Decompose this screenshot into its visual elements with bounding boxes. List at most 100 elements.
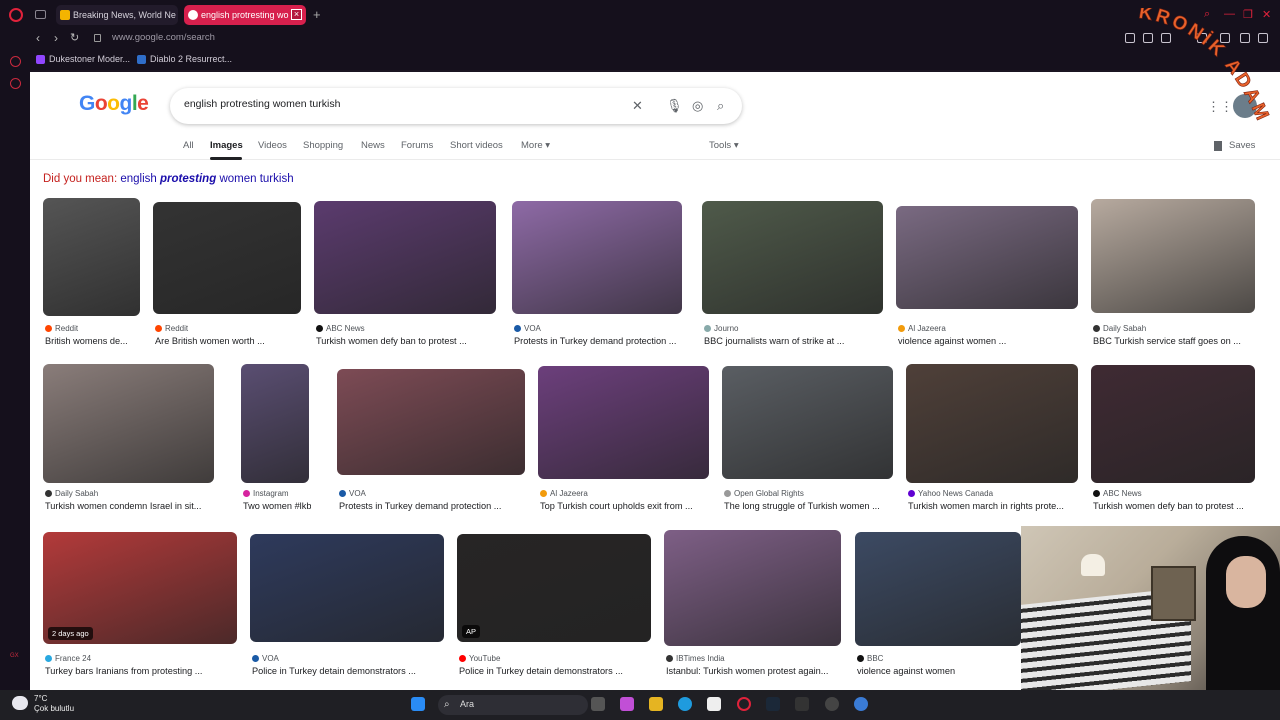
taskbar-search[interactable]: ⌕ Ara: [438, 695, 588, 715]
workspaces-icon[interactable]: [35, 10, 46, 19]
bookmark-icon[interactable]: [1125, 33, 1135, 43]
result-thumbnail[interactable]: [337, 369, 525, 475]
image-result-card[interactable]: Daily Sabah BBC Turkish service staff goe…: [1091, 199, 1255, 350]
result-thumbnail[interactable]: [702, 201, 883, 314]
search-icon[interactable]: ⌕: [717, 99, 724, 112]
result-caption[interactable]: Turkish women defy ban to protest ...: [1093, 501, 1257, 511]
result-thumbnail[interactable]: [855, 532, 1021, 646]
menu-icon[interactable]: [1258, 33, 1268, 43]
result-thumbnail[interactable]: [43, 364, 214, 483]
result-thumbnail[interactable]: AP: [457, 534, 651, 642]
sidebar-opera-icon[interactable]: [10, 56, 21, 67]
result-source[interactable]: VOA: [252, 654, 279, 663]
result-caption[interactable]: Turkish women march in rights prote...: [908, 501, 1080, 511]
tab-videos[interactable]: Videos: [258, 140, 287, 151]
image-result-card[interactable]: VOA Protests in Turkey demand protection …: [337, 369, 525, 515]
result-thumbnail[interactable]: [538, 366, 709, 479]
result-thumbnail[interactable]: 2 days ago: [43, 532, 237, 644]
close-window-icon[interactable]: ✕: [1262, 8, 1271, 21]
result-caption[interactable]: violence against women: [857, 666, 1023, 676]
image-result-card[interactable]: VOA Police in Turkey detain demonstrators…: [250, 534, 444, 680]
edge-icon[interactable]: [678, 697, 692, 711]
image-result-card[interactable]: 2 days ago France 24 Turkey bars Iranians …: [43, 532, 237, 680]
apps-grid-icon[interactable]: ⋮⋮: [1207, 99, 1233, 115]
result-thumbnail[interactable]: [722, 366, 893, 479]
result-source[interactable]: VOA: [514, 324, 541, 333]
result-caption[interactable]: Top Turkish court upholds exit from ...: [540, 501, 711, 511]
result-caption[interactable]: The long struggle of Turkish women ...: [724, 501, 895, 511]
result-caption[interactable]: BBC Turkish service staff goes on ...: [1093, 336, 1257, 346]
file-explorer-icon[interactable]: [649, 697, 663, 711]
snapshot-icon[interactable]: [1143, 33, 1153, 43]
tab-more[interactable]: More ▾: [521, 140, 550, 151]
tab-images[interactable]: Images: [210, 140, 243, 151]
image-result-card[interactable]: Instagram Two women #lkbal...: [241, 364, 311, 515]
result-caption[interactable]: violence against women ...: [898, 336, 1080, 346]
image-result-card[interactable]: AP YouTube Police in Turkey detain demonst…: [457, 534, 651, 680]
result-source[interactable]: BBC: [857, 654, 883, 663]
opera-logo-icon[interactable]: [9, 8, 23, 22]
tab-short-videos[interactable]: Short videos: [450, 140, 503, 151]
result-source[interactable]: Al Jazeera: [898, 324, 946, 333]
tab-news[interactable]: News: [361, 140, 385, 151]
new-tab-button[interactable]: +: [313, 7, 321, 22]
image-result-card[interactable]: Journo BBC journalists warn of strike at …: [702, 201, 883, 350]
windows-start-icon[interactable]: [411, 697, 425, 711]
result-thumbnail[interactable]: [896, 206, 1078, 309]
image-result-card[interactable]: VOA Protests in Turkey demand protection …: [512, 201, 682, 350]
result-thumbnail[interactable]: [153, 202, 301, 314]
cloudy-weather-icon[interactable]: [12, 696, 28, 710]
clear-icon[interactable]: ✕: [632, 99, 643, 112]
result-caption[interactable]: Istanbul: Turkish women protest again...: [666, 666, 843, 676]
search-tabs-icon[interactable]: ⌕: [1204, 8, 1210, 21]
result-source[interactable]: Reddit: [155, 324, 188, 333]
result-source[interactable]: VOA: [339, 489, 366, 498]
result-thumbnail[interactable]: [241, 364, 309, 483]
result-caption[interactable]: British womens de...: [45, 336, 142, 346]
result-source[interactable]: ABC News: [316, 324, 365, 333]
did-you-mean-link[interactable]: english protesting women turkish: [120, 173, 293, 185]
back-icon[interactable]: ‹: [36, 31, 40, 45]
result-caption[interactable]: Turkish women defy ban to protest ...: [316, 336, 498, 346]
image-result-card[interactable]: Daily Sabah Turkish women condemn Israel …: [43, 364, 214, 515]
steam-icon[interactable]: [766, 697, 780, 711]
bookmark-dukestoner[interactable]: Dukestoner Moder...: [36, 54, 130, 64]
result-source[interactable]: ABC News: [1093, 489, 1142, 498]
account-icon[interactable]: [1220, 33, 1230, 43]
result-caption[interactable]: Police in Turkey detain demonstrators ..…: [459, 666, 653, 676]
reload-icon[interactable]: ↻: [70, 31, 79, 44]
image-result-card[interactable]: Reddit Are British women worth ...: [153, 202, 301, 350]
result-thumbnail[interactable]: [664, 530, 841, 646]
result-source[interactable]: Open Global Rights: [724, 489, 804, 498]
maximize-icon[interactable]: ❐: [1243, 8, 1253, 21]
result-source[interactable]: Reddit: [45, 324, 78, 333]
result-thumbnail[interactable]: [512, 201, 682, 314]
tab-forums[interactable]: Forums: [401, 140, 433, 151]
result-caption[interactable]: BBC journalists warn of strike at ...: [704, 336, 885, 346]
result-caption[interactable]: Turkey bars Iranians from protesting ...: [45, 666, 239, 676]
tab-google-search[interactable]: english protresting wo ×: [184, 5, 306, 25]
gx-icon[interactable]: GX: [10, 653, 19, 659]
tab-breaking-news[interactable]: Breaking News, World Ne: [56, 5, 178, 25]
image-result-card[interactable]: Al Jazeera Top Turkish court upholds exit…: [538, 366, 709, 515]
sidebar-gx-icon[interactable]: [10, 78, 21, 89]
image-result-card[interactable]: Al Jazeera violence against women ...: [896, 206, 1078, 350]
url-field[interactable]: www.google.com/search: [112, 32, 215, 43]
bookmark-diablo[interactable]: Diablo 2 Resurrect...: [137, 54, 232, 64]
opera-gx-icon[interactable]: [737, 697, 751, 711]
result-caption[interactable]: Police in Turkey detain demonstrators ..…: [252, 666, 446, 676]
image-result-card[interactable]: Yahoo News Canada Turkish women march in …: [906, 364, 1078, 515]
globe-app-icon[interactable]: [854, 697, 868, 711]
result-source[interactable]: France 24: [45, 654, 91, 663]
extensions-icon[interactable]: [1161, 33, 1171, 43]
image-result-card[interactable]: IBTimes India Istanbul: Turkish women pro…: [664, 530, 841, 680]
image-result-card[interactable]: ABC News Turkish women defy ban to protes…: [1091, 365, 1255, 515]
settings-gear-icon[interactable]: [825, 697, 839, 711]
tab-all[interactable]: All: [183, 140, 194, 151]
result-caption[interactable]: Protests in Turkey demand protection ...: [514, 336, 684, 346]
result-source[interactable]: Journo: [704, 324, 738, 333]
search-input[interactable]: [184, 98, 604, 110]
saves-button[interactable]: Saves: [1214, 140, 1255, 151]
result-thumbnail[interactable]: [43, 198, 140, 316]
result-thumbnail[interactable]: [314, 201, 496, 314]
